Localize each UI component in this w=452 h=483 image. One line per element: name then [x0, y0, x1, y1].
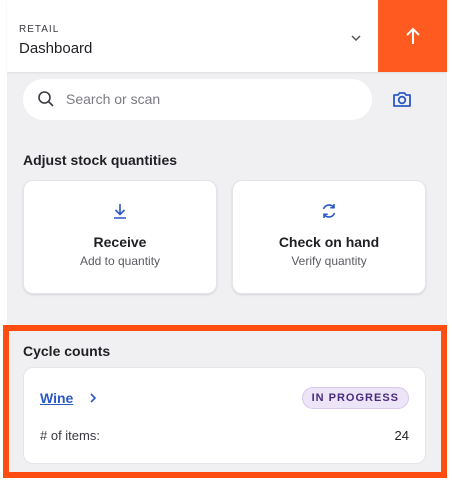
items-count-value: 24	[394, 428, 409, 443]
arrow-up-icon	[405, 27, 420, 44]
chevron-right-icon[interactable]	[88, 392, 98, 404]
status-badge: IN PROGRESS	[301, 387, 409, 409]
arrow-down-icon	[114, 204, 126, 219]
cycle-count-card: Wine IN PROGRESS # of items: 24	[23, 367, 426, 464]
receive-card[interactable]: Receive Add to quantity	[23, 180, 217, 294]
check-on-hand-card[interactable]: Check on hand Verify quantity	[232, 180, 426, 294]
cycle-count-link[interactable]: Wine	[40, 390, 73, 406]
receive-subtitle: Add to quantity	[79, 254, 161, 268]
search-placeholder: Search or scan	[66, 91, 161, 107]
search-input[interactable]: Search or scan	[23, 79, 372, 120]
check-on-hand-title: Check on hand	[278, 234, 380, 250]
cycle-section-title: Cycle counts	[23, 343, 111, 359]
items-count-label: # of items:	[40, 428, 100, 443]
receive-title: Receive	[93, 234, 147, 250]
top-bar: RETAIL Dashboard	[7, 0, 447, 72]
magnifier-icon	[38, 91, 54, 107]
adjust-section-title: Adjust stock quantities	[23, 152, 178, 168]
check-on-hand-subtitle: Verify quantity	[291, 254, 367, 268]
dropdown-selected-value: Dashboard	[19, 40, 93, 57]
chevron-down-icon	[351, 35, 361, 42]
dropdown-kicker: RETAIL	[19, 24, 60, 35]
location-dropdown[interactable]: RETAIL Dashboard	[7, 0, 378, 72]
camera-icon[interactable]	[391, 88, 413, 110]
refresh-icon	[322, 204, 336, 218]
upload-button[interactable]	[378, 0, 447, 72]
